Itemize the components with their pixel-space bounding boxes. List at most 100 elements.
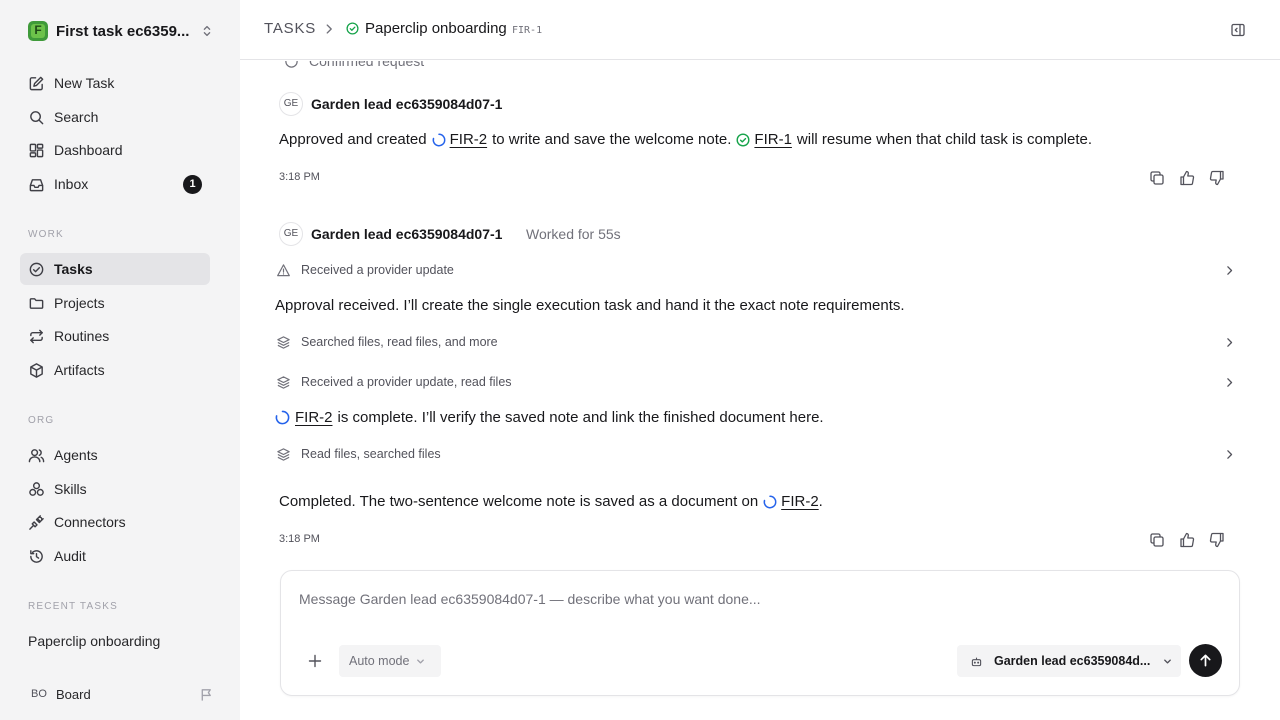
nav-label: New Task: [54, 75, 115, 91]
message-text: is complete. I’ll verify the saved note …: [337, 409, 824, 426]
thumbs-up-icon[interactable]: [1179, 170, 1195, 186]
user-menu[interactable]: BO Board: [28, 683, 214, 705]
done-status-icon: [346, 22, 359, 35]
nav-label: Skills: [54, 481, 87, 497]
nav-projects[interactable]: Projects: [20, 287, 210, 319]
message-text: Approved and created: [279, 131, 427, 148]
task-link-fir-2[interactable]: FIR-2: [295, 409, 333, 426]
chevrons-up-down-icon: [203, 25, 211, 37]
nav-label: Audit: [54, 548, 86, 564]
event-text: Received a provider update: [301, 263, 454, 277]
nav-label: Dashboard: [54, 142, 123, 158]
message-text: will resume when that child task is comp…: [796, 131, 1093, 148]
event-text: Read files, searched files: [301, 447, 441, 461]
box-icon: [30, 362, 43, 378]
search-icon: [30, 110, 44, 124]
chevron-right-icon: [1227, 449, 1233, 459]
send-button[interactable]: [1189, 644, 1222, 677]
message-text: .: [818, 493, 823, 510]
inbox-icon: [29, 178, 44, 191]
warning-icon: [277, 263, 290, 276]
message-author: Garden lead ec6359084d07-1: [311, 226, 503, 242]
chevron-right-icon: [326, 24, 332, 34]
copy-icon[interactable]: [1149, 532, 1165, 548]
skills-icon: [29, 481, 44, 496]
check-circle-icon: [285, 61, 298, 68]
nav-skills[interactable]: Skills: [20, 473, 210, 505]
nav-tasks[interactable]: Tasks: [20, 253, 210, 285]
section-title-work: WORK: [28, 229, 64, 240]
nav-audit[interactable]: Audit: [20, 540, 210, 572]
users-icon: [28, 448, 45, 462]
event-row-provider-update[interactable]: Received a provider update: [276, 258, 1236, 282]
message-input[interactable]: [299, 591, 1199, 607]
breadcrumb-task-title: Paperclip onboarding: [365, 20, 507, 37]
in-progress-status-icon: [763, 495, 777, 508]
nav-search[interactable]: Search: [20, 101, 210, 133]
plus-icon[interactable]: [307, 653, 323, 669]
message-text: Approval received. I’ll create the singl…: [275, 297, 905, 314]
nav-inbox[interactable]: Inbox 1: [20, 168, 210, 200]
nav-label: Projects: [54, 295, 105, 311]
nav-artifacts[interactable]: Artifacts: [20, 354, 210, 386]
toggle-panel-icon[interactable]: [1230, 22, 1246, 38]
event-text: Received a provider update, read files: [301, 375, 512, 389]
user-name: Board: [56, 686, 91, 702]
nav-dashboard[interactable]: Dashboard: [20, 134, 210, 166]
dashboard-icon: [29, 143, 44, 157]
agent-avatar: GE: [279, 222, 303, 246]
agent-select[interactable]: Garden lead ec6359084d...: [957, 645, 1181, 677]
edit-icon: [29, 76, 44, 90]
layers-icon: [277, 447, 290, 461]
agent-avatar: GE: [279, 92, 303, 116]
message-time: 3:18 PM: [279, 171, 320, 183]
nav-routines[interactable]: Routines: [20, 320, 210, 352]
event-row-searched-files[interactable]: Searched files, read files, and more: [276, 330, 1236, 354]
workspace-logo: F: [28, 21, 48, 41]
section-title-recent: RECENT TASKS: [28, 601, 118, 612]
layers-icon: [277, 375, 290, 389]
chevron-right-icon: [1227, 377, 1233, 387]
nav-new-task[interactable]: New Task: [20, 67, 210, 99]
event-row-confirmed[interactable]: Confirmed request: [284, 61, 1244, 73]
flag-icon[interactable]: [199, 687, 214, 702]
in-progress-status-icon: [432, 133, 446, 146]
nav-label: Connectors: [54, 514, 126, 530]
thumbs-down-icon[interactable]: [1209, 170, 1225, 186]
breadcrumb-tasks[interactable]: TASKS: [264, 20, 316, 37]
section-title-org: ORG: [28, 415, 55, 426]
message-body: Completed. The two-sentence welcome note…: [279, 493, 823, 510]
thumbs-down-icon[interactable]: [1209, 532, 1225, 548]
folder-icon: [29, 297, 44, 309]
task-link-fir-2[interactable]: FIR-2: [450, 131, 488, 148]
nav-label: Routines: [54, 328, 110, 344]
bot-icon: [971, 657, 982, 666]
nav-label: Search: [54, 109, 99, 125]
mode-label: Auto mode: [349, 654, 410, 668]
workspace-logo-initial: F: [34, 23, 42, 37]
message-text: Completed. The two-sentence welcome note…: [279, 493, 759, 510]
workspace-switcher[interactable]: F First task ec6359...: [28, 20, 214, 42]
task-link-fir-1[interactable]: FIR-1: [754, 131, 792, 148]
thumbs-up-icon[interactable]: [1179, 532, 1195, 548]
mode-select[interactable]: Auto mode: [339, 645, 441, 677]
event-text: Confirmed request: [309, 61, 425, 69]
task-id: FIR-1: [512, 25, 543, 36]
nav-connectors[interactable]: Connectors: [20, 506, 210, 538]
inbox-count-badge: 1: [183, 175, 202, 194]
user-avatar: BO: [31, 688, 47, 700]
repeat-icon: [30, 329, 43, 343]
chevron-down-icon: [1164, 658, 1171, 664]
event-row-read-files[interactable]: Read files, searched files: [276, 442, 1236, 466]
recent-task-item[interactable]: Paperclip onboarding: [28, 633, 160, 649]
message-author: Garden lead ec6359084d07-1: [311, 96, 503, 112]
task-link-fir-2[interactable]: FIR-2: [781, 493, 819, 510]
layers-icon: [277, 335, 290, 349]
message-body: Approved and created FIR-2 to write and …: [279, 131, 1092, 148]
header: TASKS Paperclip onboarding FIR-1: [240, 0, 1280, 60]
event-row-provider-update-read[interactable]: Received a provider update, read files: [276, 370, 1236, 394]
copy-icon[interactable]: [1149, 170, 1165, 186]
nav-agents[interactable]: Agents: [20, 439, 210, 471]
message-body: FIR-2 is complete. I’ll verify the saved…: [275, 409, 824, 426]
in-progress-status-icon: [275, 410, 290, 425]
